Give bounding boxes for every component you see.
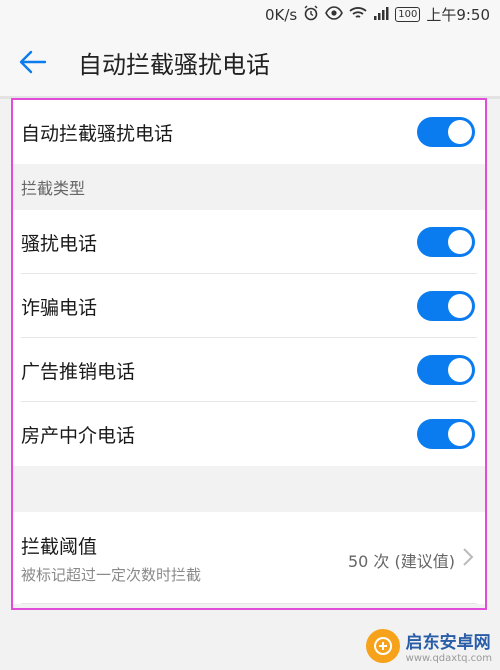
- selection-highlight: [11, 98, 487, 610]
- eye-icon: [325, 5, 344, 24]
- app-bar: 自动拦截骚扰电话: [0, 26, 500, 98]
- back-arrow-icon: [19, 50, 47, 74]
- status-bar: 0K/s 100 上午9:50: [0, 0, 500, 26]
- battery-icon: 100: [395, 7, 421, 22]
- watermark-name: 启东安卓网: [405, 633, 491, 653]
- back-button[interactable]: [0, 26, 66, 98]
- signal-icon: [373, 6, 389, 24]
- page-title: 自动拦截骚扰电话: [78, 50, 270, 79]
- watermark: 启东安卓网 www.qdaxtq.com: [365, 628, 492, 664]
- watermark-url: www.qdaxtq.com: [405, 653, 492, 664]
- watermark-logo-icon: [365, 629, 400, 663]
- clock: 上午9:50: [426, 6, 490, 24]
- network-speed: 0K/s: [264, 5, 298, 24]
- alarm-icon: [303, 5, 319, 25]
- wifi-icon: [349, 6, 367, 24]
